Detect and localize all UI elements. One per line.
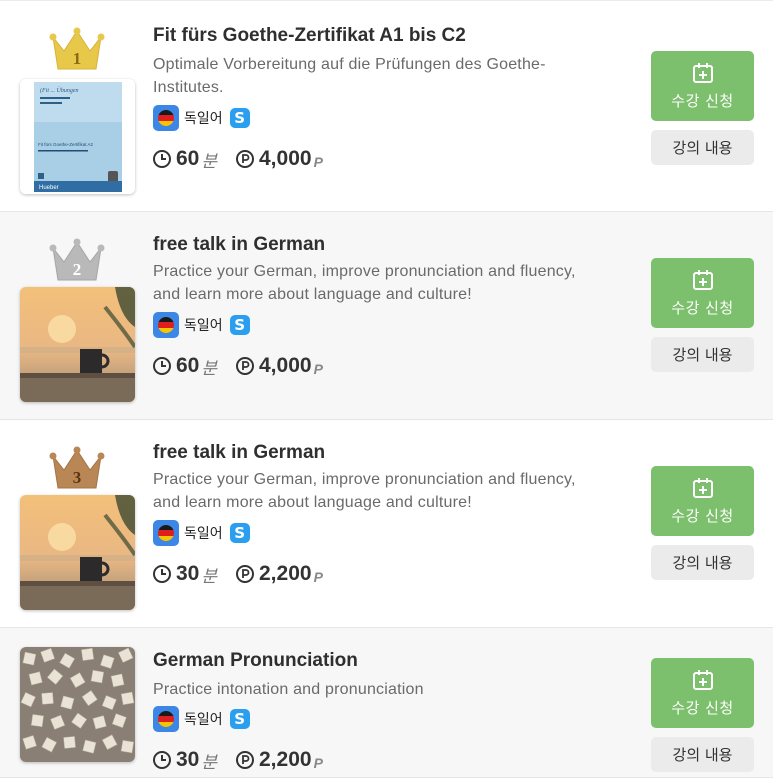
price-value: 4,000: [259, 147, 312, 170]
duration-unit: 분: [201, 566, 217, 587]
calendar-add-icon: [692, 669, 713, 690]
language-label: 독일어: [184, 318, 223, 334]
course-title[interactable]: free talk in German: [153, 442, 325, 464]
svg-text:(Fit ... Übungen: (Fit ... Übungen: [40, 86, 79, 94]
course-detail-button[interactable]: 강의 내용: [651, 130, 754, 165]
german-flag-icon: [153, 105, 179, 131]
duration-unit: 분: [201, 151, 217, 172]
course-thumbnail-letter-tiles[interactable]: [20, 647, 135, 762]
course-card: 3 free talk in German Practice your Germ…: [0, 420, 773, 628]
course-meta: 30 분 2,200 P: [152, 746, 323, 774]
enroll-button[interactable]: 수강 신청: [651, 258, 754, 328]
course-title[interactable]: Fit fürs Goethe-Zertifikat A1 bis C2: [153, 25, 466, 47]
clock-icon: [153, 751, 171, 769]
skype-icon: S: [229, 709, 250, 729]
language-row: 독일어 S: [153, 520, 250, 546]
course-description: Practice your German, improve pronunciat…: [153, 468, 613, 514]
course-meta: 30 분 2,200 P: [152, 560, 323, 588]
rank-number: 1: [73, 49, 82, 68]
german-flag-icon: [153, 706, 179, 732]
course-description: Optimale Vorbereitung auf die Prüfungen …: [153, 53, 613, 99]
duration-value: 30: [176, 748, 200, 771]
price-value: 2,200: [259, 748, 312, 771]
course-card: 2 free talk in German Practice your Germ…: [0, 212, 773, 420]
price-value: 4,000: [259, 354, 312, 377]
calendar-add-icon: [692, 269, 713, 290]
course-card: 1 (Fit ... Übungen Fit fürs Goethe-Zerti…: [0, 0, 773, 212]
description-line: Institutes.: [153, 79, 224, 96]
point-icon: [236, 357, 254, 375]
enroll-button-label: 수강 신청: [671, 91, 734, 110]
skype-icon: S: [229, 523, 250, 543]
language-label: 독일어: [184, 111, 223, 127]
price-unit: P: [313, 154, 323, 170]
silver-crown-rank-icon: 2: [49, 238, 105, 281]
description-line: Practice intonation and pronunciation: [153, 681, 424, 698]
course-detail-button[interactable]: 강의 내용: [651, 545, 754, 580]
course-thumbnail-book-cover[interactable]: (Fit ... Übungen Fit fürs Goethe-Zertifi…: [20, 79, 135, 194]
language-label: 독일어: [184, 526, 223, 542]
duration-unit: 분: [201, 358, 217, 379]
calendar-add-icon: [692, 477, 713, 498]
enroll-button-label: 수강 신청: [671, 698, 734, 717]
enroll-button[interactable]: 수강 신청: [651, 51, 754, 121]
course-detail-button[interactable]: 강의 내용: [651, 337, 754, 372]
skype-icon: S: [229, 108, 250, 128]
price-unit: P: [313, 569, 323, 585]
point-icon: [236, 150, 254, 168]
course-meta: 60 분 4,000 P: [152, 145, 323, 173]
description-line: and learn more about language and cultur…: [153, 286, 472, 303]
course-detail-button[interactable]: 강의 내용: [651, 737, 754, 772]
clock-icon: [153, 357, 171, 375]
description-line: Optimale Vorbereitung auf die Prüfungen …: [153, 56, 546, 73]
language-row: 독일어 S: [153, 312, 250, 338]
book-cover-publisher: Hueber: [39, 185, 59, 191]
rank-number: 3: [73, 468, 82, 487]
description-line: and learn more about language and cultur…: [153, 494, 472, 511]
bronze-crown-rank-icon: 3: [49, 446, 105, 489]
enroll-button[interactable]: 수강 신청: [651, 466, 754, 536]
course-thumbnail-sunset[interactable]: [20, 495, 135, 610]
language-label: 독일어: [184, 712, 223, 728]
course-description: Practice your German, improve pronunciat…: [153, 260, 613, 306]
clock-icon: [153, 150, 171, 168]
clock-icon: [153, 565, 171, 583]
book-cover-series: Fit fürs Goethe-Zertifikat A2: [38, 142, 94, 147]
course-title[interactable]: free talk in German: [153, 234, 325, 256]
german-flag-icon: [153, 312, 179, 338]
course-title[interactable]: German Pronunciation: [153, 650, 358, 672]
description-line: Practice your German, improve pronunciat…: [153, 263, 576, 280]
enroll-button-label: 수강 신청: [671, 298, 734, 317]
course-card: German Pronunciation Practice intonation…: [0, 628, 773, 778]
calendar-add-icon: [692, 62, 713, 83]
enroll-button-label: 수강 신청: [671, 506, 734, 525]
duration-unit: 분: [201, 752, 217, 773]
german-flag-icon: [153, 520, 179, 546]
duration-value: 30: [176, 562, 200, 585]
course-thumbnail-sunset[interactable]: [20, 287, 135, 402]
description-line: Practice your German, improve pronunciat…: [153, 471, 576, 488]
course-meta: 60 분 4,000 P: [152, 352, 323, 380]
course-description: Practice intonation and pronunciation: [153, 678, 613, 701]
skype-icon: S: [229, 315, 250, 335]
duration-value: 60: [176, 147, 200, 170]
point-icon: [236, 751, 254, 769]
course-list: 1 (Fit ... Übungen Fit fürs Goethe-Zerti…: [0, 0, 773, 778]
duration-value: 60: [176, 354, 200, 377]
language-row: 독일어 S: [153, 105, 250, 131]
rank-number: 2: [73, 260, 82, 279]
price-value: 2,200: [259, 562, 312, 585]
point-icon: [236, 565, 254, 583]
gold-crown-rank-icon: 1: [49, 27, 105, 70]
price-unit: P: [313, 361, 323, 377]
price-unit: P: [313, 755, 323, 771]
language-row: 독일어 S: [153, 706, 250, 732]
enroll-button[interactable]: 수강 신청: [651, 658, 754, 728]
